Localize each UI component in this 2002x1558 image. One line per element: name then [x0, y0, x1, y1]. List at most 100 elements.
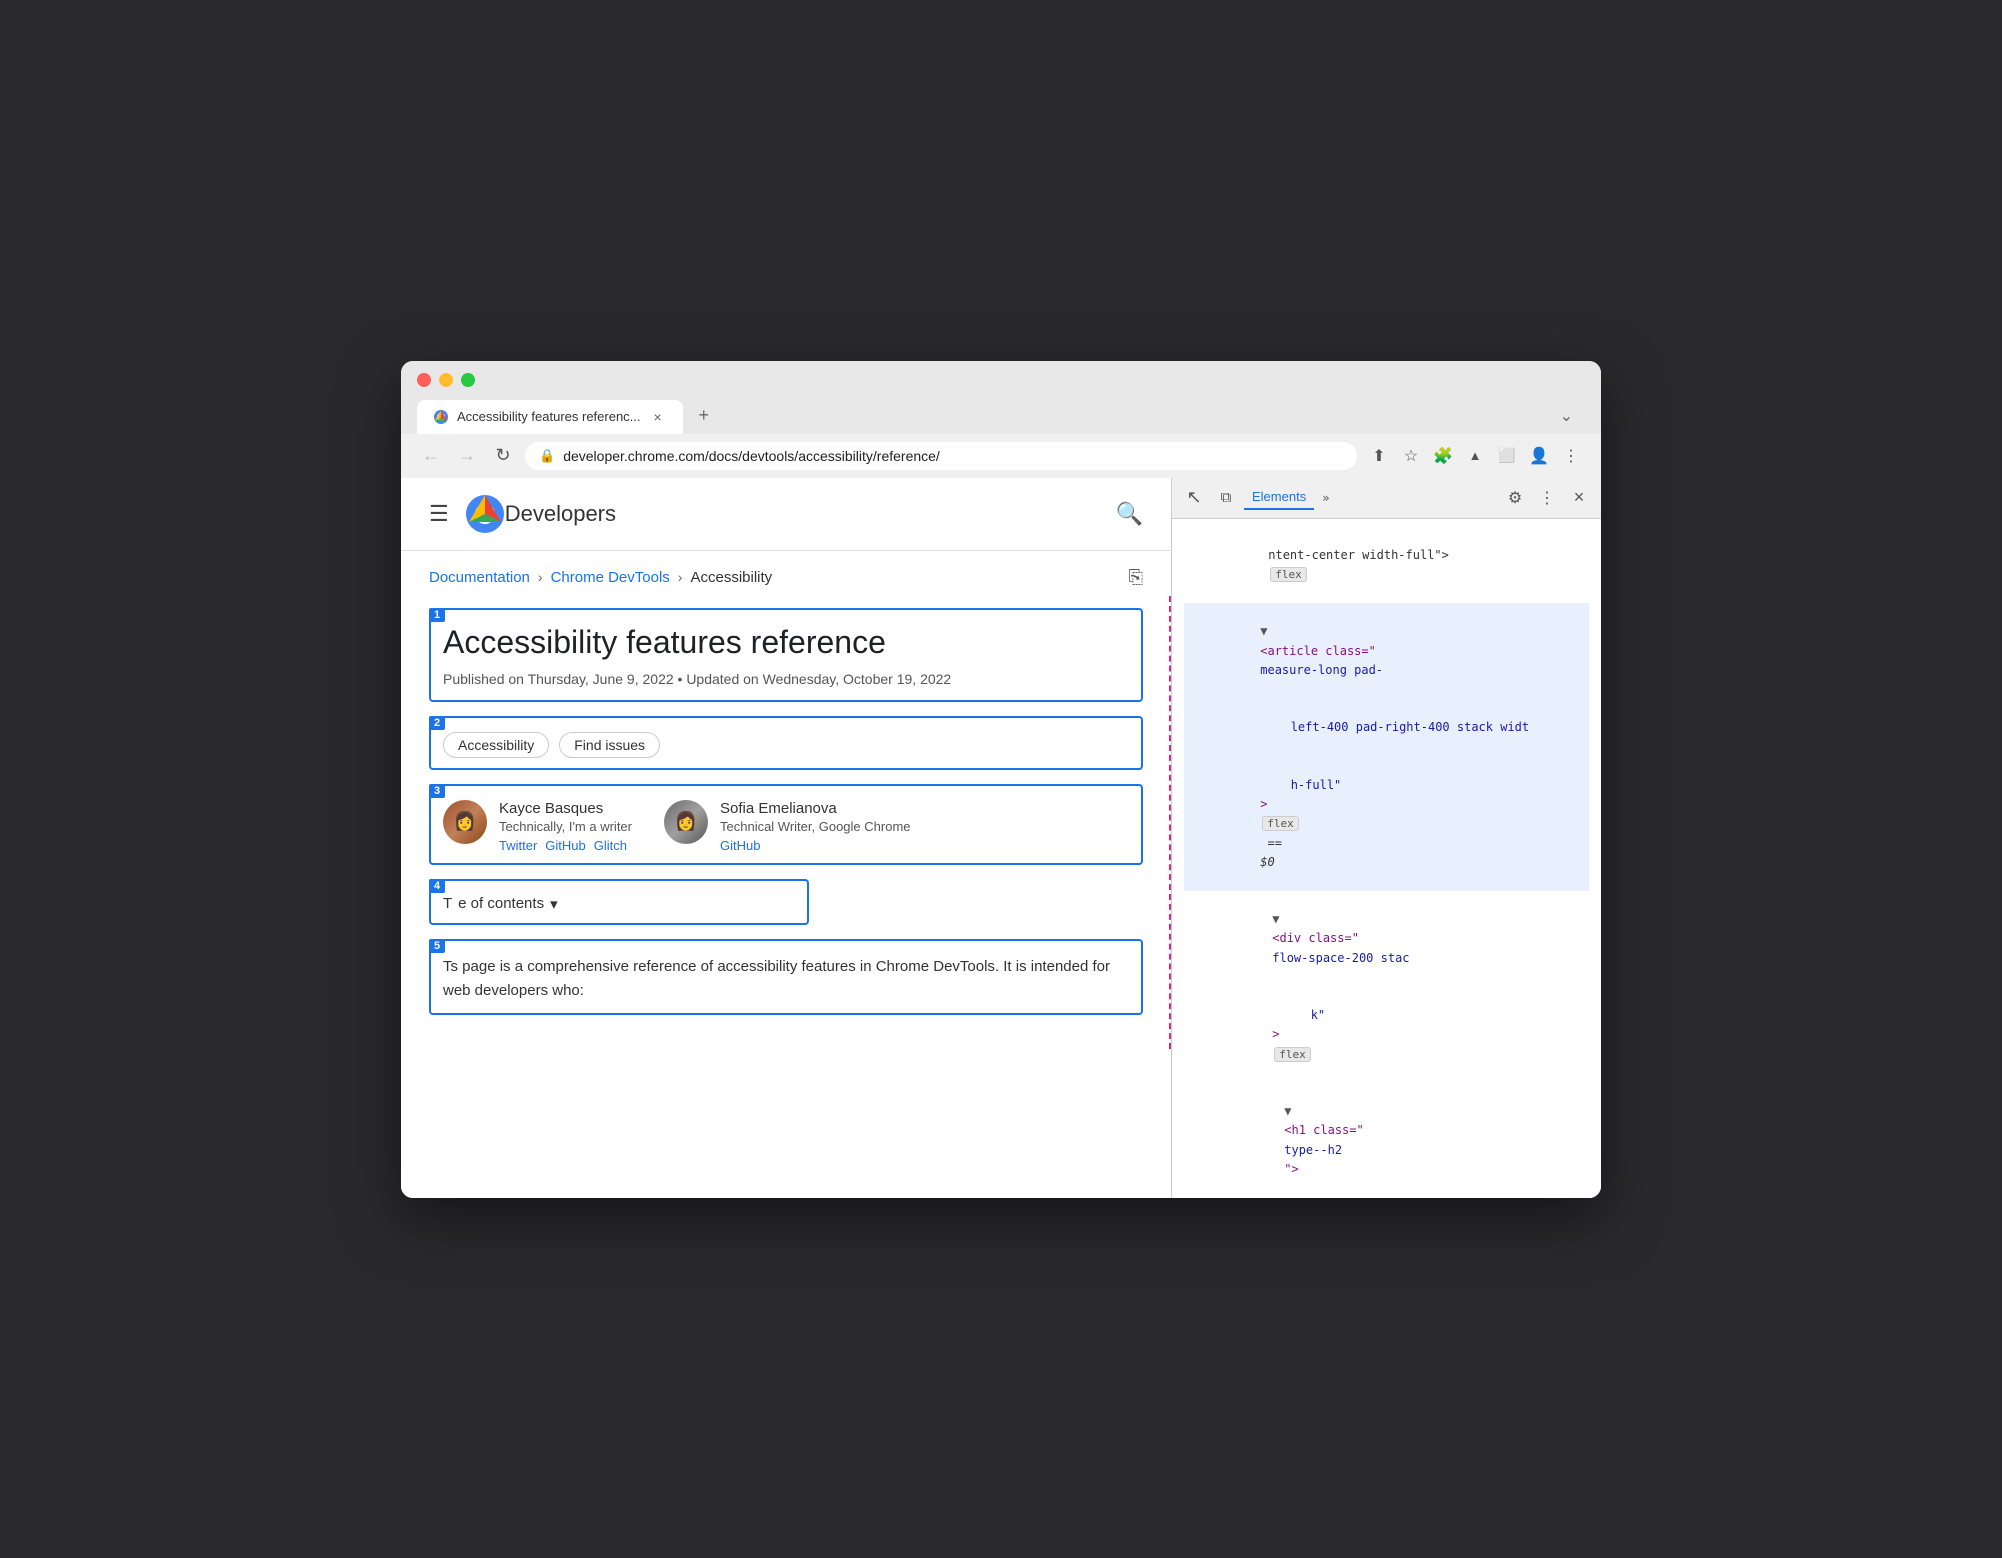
devtools-layers-button[interactable]: ⧉: [1212, 484, 1240, 512]
tab-dropdown-button[interactable]: ⌄: [1548, 398, 1585, 434]
search-icon[interactable]: 🔍: [1116, 501, 1143, 527]
lock-icon: 🔒: [539, 448, 555, 464]
html-text-4a: ▼: [1284, 1104, 1291, 1118]
html-text-3c: flow-space-200 stac: [1272, 951, 1409, 965]
html-line-1[interactable]: ntent-center width-full"> flex: [1184, 527, 1589, 604]
intro-text: Ts page is a comprehensive reference of …: [443, 951, 1129, 1003]
html-text-2g: ==: [1260, 836, 1289, 850]
breadcrumb-documentation-link[interactable]: Documentation: [429, 569, 530, 586]
html-line-4[interactable]: ▼ <h1 class=" type--h2 ">: [1184, 1083, 1589, 1198]
title-rest: ccessibility features reference: [464, 624, 886, 660]
profile-button[interactable]: 👤: [1525, 442, 1553, 470]
forward-button[interactable]: →: [453, 442, 481, 470]
html-text-2h: $0: [1260, 855, 1274, 869]
toc-arrow-icon: ▾: [550, 895, 558, 913]
browser-body: ☰ Developers 🔍 Documentation › Chrome De…: [401, 478, 1601, 1198]
close-window-button[interactable]: [417, 373, 431, 387]
url-text: developer.chrome.com/docs/devtools/acces…: [563, 448, 1343, 464]
breadcrumb-devtools-link[interactable]: Chrome DevTools: [551, 569, 670, 586]
html-text-3a: ▼: [1272, 912, 1279, 926]
author-1: 👩 Kayce Basques Technically, I'm a write…: [443, 800, 632, 853]
hamburger-menu-button[interactable]: ☰: [429, 501, 449, 527]
source-box-1: 1 Accessibility features reference Publi…: [429, 608, 1143, 702]
author-2: 👩 Sofia Emelianova Technical Writer, Goo…: [664, 800, 911, 853]
devtools-html-viewer: ntent-center width-full"> flex ▼ <articl…: [1172, 519, 1601, 1198]
html-text-3b: <div class=": [1272, 931, 1359, 945]
author-1-info: Kayce Basques Technically, I'm a writer …: [499, 800, 632, 853]
source-num-4: 4: [429, 879, 445, 893]
tabs-bar: Accessibility features referenc... × + ⌄: [417, 397, 1585, 434]
html-text-3e: >: [1272, 1027, 1279, 1041]
flex-pill-3: flex: [1274, 1047, 1311, 1062]
html-text-2c: measure-long pad-: [1260, 663, 1383, 677]
devtools-cursor-button[interactable]: ↖: [1180, 484, 1208, 512]
author-1-name: Kayce Basques: [499, 800, 632, 817]
url-bar[interactable]: 🔒 developer.chrome.com/docs/devtools/acc…: [525, 442, 1357, 470]
source-num-2: 2: [429, 716, 445, 730]
html-text-3d: k": [1272, 1008, 1325, 1022]
author-1-twitter-link[interactable]: Twitter: [499, 838, 537, 853]
html-text-2b: <article class=": [1260, 644, 1376, 658]
traffic-lights: [417, 373, 1585, 387]
toc-label: e of contents: [458, 895, 544, 912]
tab-favicon-icon: [433, 409, 449, 425]
source-num-1: 1: [429, 608, 445, 622]
authors: 👩 Kayce Basques Technically, I'm a write…: [443, 796, 1129, 853]
devtools-panels: Elements »: [1244, 485, 1335, 510]
badge-find-issues[interactable]: Find issues: [559, 732, 660, 758]
breadcrumb-sep2: ›: [678, 569, 683, 585]
badge-accessibility[interactable]: Accessibility: [443, 732, 549, 758]
refresh-button[interactable]: ↻: [489, 442, 517, 470]
breadcrumb: Documentation › Chrome DevTools › Access…: [401, 551, 1171, 596]
tab-close-button[interactable]: ×: [649, 408, 667, 426]
html-text-2d: left-400 pad-right-400 stack widt: [1260, 720, 1529, 734]
author-2-avatar: 👩: [664, 800, 708, 844]
devtools-overflow-button[interactable]: ⋮: [1533, 484, 1561, 512]
html-line-3[interactable]: ▼ <div class=" flow-space-200 stac k" > …: [1184, 891, 1589, 1083]
author-2-github-link[interactable]: GitHub: [720, 838, 760, 853]
back-button[interactable]: ←: [417, 442, 445, 470]
maximize-window-button[interactable]: [461, 373, 475, 387]
author-2-name: Sofia Emelianova: [720, 800, 911, 817]
site-header: ☰ Developers 🔍: [401, 478, 1171, 551]
source-num-5: 5: [429, 939, 445, 953]
html-text-2e: h-full": [1260, 778, 1341, 792]
html-line-2[interactable]: ▼ <article class=" measure-long pad- lef…: [1184, 603, 1589, 891]
title-prefix: A: [443, 624, 464, 660]
devtools-more-panels[interactable]: »: [1316, 487, 1335, 509]
intro-prefix: T: [443, 958, 451, 975]
site-name: Developers: [505, 501, 616, 527]
article-title: Accessibility features reference: [443, 620, 1129, 661]
author-1-github-link[interactable]: GitHub: [545, 838, 585, 853]
share-button[interactable]: ⬆: [1365, 442, 1393, 470]
browser-window: Accessibility features referenc... × + ⌄…: [401, 361, 1601, 1198]
flex-pill-2: flex: [1262, 816, 1299, 831]
minimize-window-button[interactable]: [439, 373, 453, 387]
devtools-close-button[interactable]: ×: [1565, 484, 1593, 512]
share-icon[interactable]: ⎘: [1129, 567, 1143, 588]
page-content: ☰ Developers 🔍 Documentation › Chrome De…: [401, 478, 1171, 1198]
new-tab-button[interactable]: +: [687, 397, 722, 434]
author-1-avatar: 👩: [443, 800, 487, 844]
source-box-4: 4 Te of contents ▾: [429, 879, 809, 925]
author-2-info: Sofia Emelianova Technical Writer, Googl…: [720, 800, 911, 853]
bookmark-button[interactable]: ☆: [1397, 442, 1425, 470]
chrome-menu-button[interactable]: ⋮: [1557, 442, 1585, 470]
media-button[interactable]: ▲: [1461, 442, 1489, 470]
source-box-3: 3 👩 Kayce Basques Technically, I'm a wri…: [429, 784, 1143, 865]
html-text-1: ntent-center width-full">: [1268, 548, 1449, 562]
devtools-panel: ↖ ⧉ Elements » ⚙ ⋮ × ntent-center width-…: [1171, 478, 1601, 1198]
toolbar-icons: ⬆ ☆ 🧩 ▲ ⬜ 👤 ⋮: [1365, 442, 1585, 470]
devtools-settings-button[interactable]: ⚙: [1501, 484, 1529, 512]
author-1-glitch-link[interactable]: Glitch: [594, 838, 627, 853]
browser-tab-active[interactable]: Accessibility features referenc... ×: [417, 400, 683, 434]
publish-date: Published on Thursday, June 9, 2022 • Up…: [443, 669, 1129, 690]
breadcrumb-sep1: ›: [538, 569, 543, 585]
html-text-4c: type--h2: [1284, 1143, 1342, 1157]
extensions-button[interactable]: 🧩: [1429, 442, 1457, 470]
toc-toggle-button[interactable]: Te of contents ▾: [443, 891, 795, 913]
split-button[interactable]: ⬜: [1493, 442, 1521, 470]
breadcrumb-current: Accessibility: [690, 569, 772, 586]
devtools-elements-panel[interactable]: Elements: [1244, 485, 1314, 510]
author-2-title: Technical Writer, Google Chrome: [720, 819, 911, 834]
